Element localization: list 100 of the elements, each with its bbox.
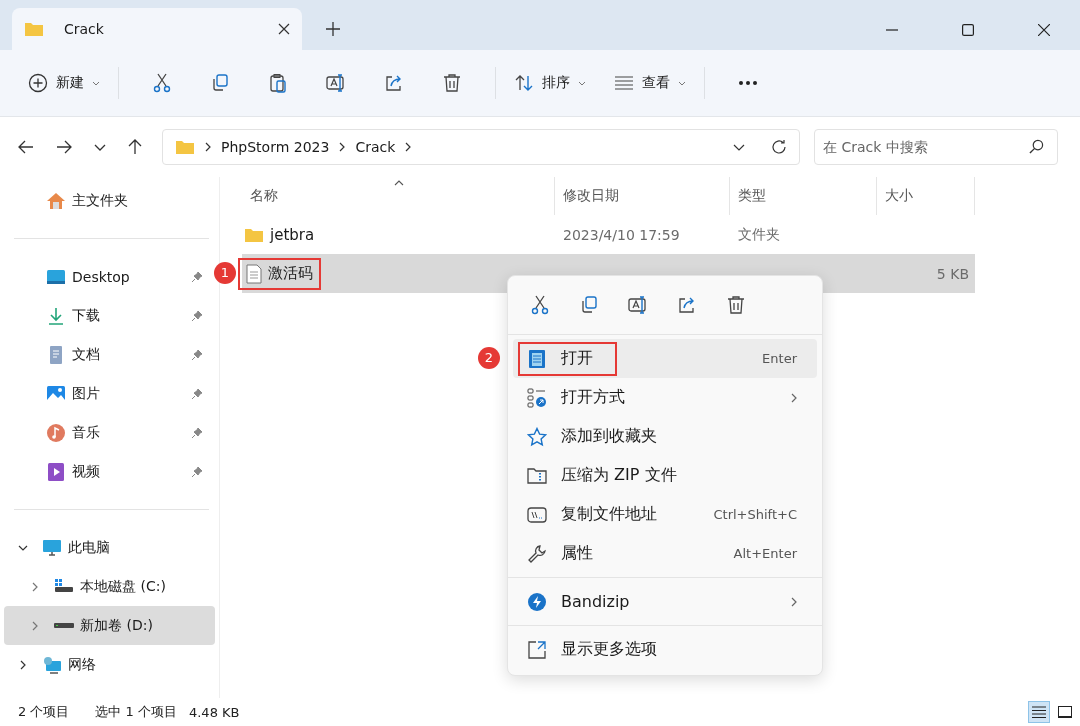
sidebar-label: Desktop [72,268,131,285]
step-badge: 1 [214,261,236,284]
type-cell: 文件夹 [738,225,780,244]
drive-icon [54,623,74,628]
chevron-icon [405,142,412,152]
folder-icon [175,139,195,155]
open-with-icon [527,387,547,408]
lines-icon [614,76,634,90]
share-icon[interactable] [384,73,404,93]
copy-icon[interactable] [210,73,230,93]
copy-icon[interactable] [579,295,599,315]
close-icon[interactable] [278,23,290,35]
column-header[interactable]: 类型 [730,177,877,215]
tree-label: 网络 [68,655,96,674]
recent-locations-icon[interactable] [94,143,106,151]
paste-icon[interactable] [268,73,288,93]
menu-item[interactable]: 打开方式 [513,378,817,417]
window-tab[interactable]: Crack [12,8,302,50]
chevron-down-icon [578,80,586,86]
sidebar-item[interactable]: 主文件夹 [4,181,205,220]
breadcrumb[interactable]: PhpStorm 2023 [221,139,330,155]
menu-item[interactable]: 复制文件地址 Ctrl+Shift+C [513,495,817,534]
menu-item[interactable]: Bandizip [513,582,817,621]
chevron-down-icon [92,80,100,86]
new-button[interactable]: 新建 [24,67,104,99]
tree-item[interactable]: 网络 [4,645,215,684]
pin-icon[interactable] [191,465,203,478]
delete-icon[interactable] [442,73,462,93]
column-header[interactable]: 修改日期 [555,177,730,215]
share-icon[interactable] [677,295,697,315]
file-row[interactable]: jetbra 2023/4/10 17:59 文件夹 [242,215,975,254]
address-bar[interactable]: PhpStorm 2023 Crack [162,129,800,165]
refresh-icon[interactable] [771,139,787,155]
sidebar-item[interactable]: Desktop [4,257,205,296]
menu-item[interactable]: 显示更多选项 [513,630,817,669]
sidebar-item[interactable]: 视频 [4,452,205,491]
picture-icon [46,383,66,404]
selection-count: 选中 1 个项目 [95,703,177,721]
pin-icon[interactable] [191,426,203,439]
tree-item[interactable]: 新加卷 (D:) [4,606,215,645]
size-cell: 5 KB [936,265,969,282]
sidebar-item[interactable]: 音乐 [4,413,205,452]
sidebar-label: 文档 [72,345,101,364]
menu-item[interactable]: 添加到收藏夹 [513,417,817,456]
menu-item[interactable]: 压缩为 ZIP 文件 [513,456,817,495]
new-tab-icon[interactable] [326,22,340,36]
back-icon[interactable] [18,140,34,154]
sidebar-label: 图片 [72,384,101,403]
notepad-icon [527,348,547,369]
dropdown-icon[interactable] [733,143,745,151]
shortcut-label: Alt+Enter [733,546,797,561]
chevron-icon [205,142,211,152]
sort-button[interactable]: 排序 [510,67,590,99]
shortcut-label: Enter [762,351,797,366]
pin-icon[interactable] [191,309,203,322]
music-icon [46,422,66,443]
sidebar-item[interactable]: 图片 [4,374,205,413]
view-button[interactable]: 查看 [610,68,690,98]
rename-icon[interactable] [628,295,648,315]
sidebar-item[interactable]: 下载 [4,296,205,335]
forward-icon[interactable] [56,140,72,154]
pin-icon[interactable] [191,270,203,283]
column-header[interactable]: 大小 [877,177,975,215]
expand-icon[interactable] [18,659,28,670]
details-view-button[interactable] [1028,701,1050,723]
sort-arrows-icon [514,73,534,93]
tab-title: Crack [64,21,105,37]
step-badge: 2 [478,346,500,369]
up-icon[interactable] [128,139,142,155]
sidebar-item[interactable]: 文档 [4,335,205,374]
expand-icon [527,639,547,660]
close-icon[interactable] [1038,24,1050,36]
tree-item[interactable]: 本地磁盘 (C:) [4,567,215,606]
sidebar-label: 主文件夹 [72,191,128,210]
menu-item[interactable]: 属性 Alt+Enter [513,534,817,573]
tree-item[interactable]: 此电脑 [4,528,215,567]
rename-icon[interactable] [326,73,346,93]
lightning-icon [527,591,547,612]
item-count: 2 个项目 [18,703,70,721]
search-icon[interactable] [1029,139,1044,154]
delete-icon[interactable] [726,295,746,315]
sidebar-label: 音乐 [72,423,101,442]
search-field[interactable]: 在 Crack 中搜索 [814,129,1058,165]
pin-icon[interactable] [191,348,203,361]
network-icon [42,654,62,675]
star-icon [527,426,547,447]
square-icon [1058,706,1072,718]
cut-icon[interactable] [530,295,550,315]
zip-folder-icon [527,465,547,486]
more-icon[interactable] [738,80,758,86]
date-cell: 2023/4/10 17:59 [563,226,680,243]
breadcrumb[interactable]: Crack [355,139,396,155]
cut-icon[interactable] [152,73,172,93]
column-header[interactable]: 名称 [242,177,555,215]
maximize-icon[interactable] [962,24,974,36]
shortcut-label: Ctrl+Shift+C [713,507,797,522]
folder-icon [244,226,264,243]
plus-circle-icon [28,73,48,93]
pin-icon[interactable] [191,387,203,400]
selection-size: 4.48 KB [188,704,240,720]
